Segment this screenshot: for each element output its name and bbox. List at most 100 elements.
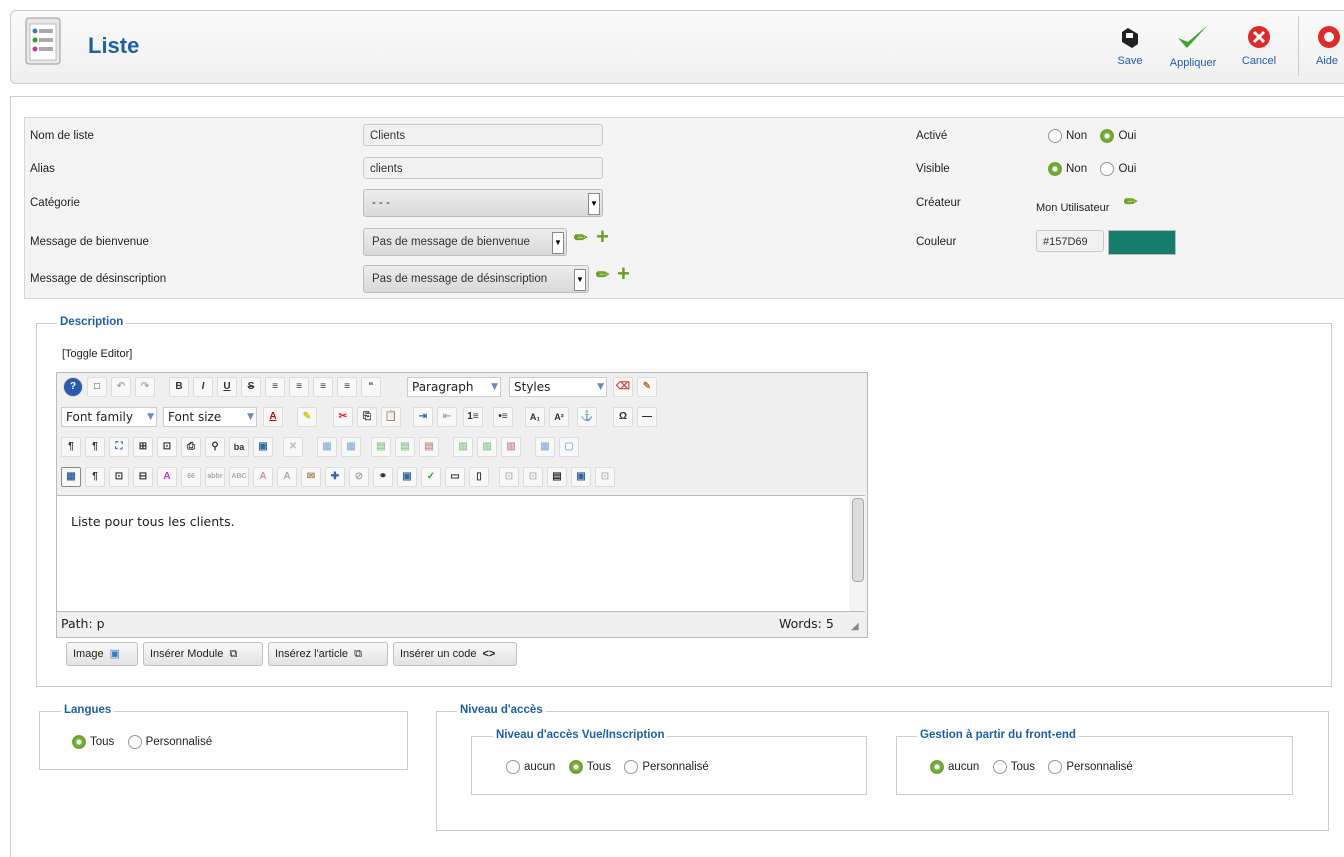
editor-scrollbar[interactable] bbox=[849, 495, 865, 612]
edit-pencil-icon[interactable]: ✏ bbox=[596, 265, 609, 285]
new-document-icon[interactable]: □ bbox=[87, 377, 107, 397]
cell-props-icon[interactable]: ▦ bbox=[341, 437, 361, 457]
welcome-select[interactable]: Pas de message de bienvenue ▼ bbox=[363, 228, 567, 256]
media-icon[interactable]: ▯ bbox=[469, 467, 489, 487]
cleanup-broom-icon[interactable]: ✎ bbox=[637, 377, 657, 397]
access-view-none-radio[interactable] bbox=[506, 759, 520, 774]
replace-icon[interactable]: ba bbox=[229, 437, 249, 457]
color-swatch[interactable] bbox=[1108, 230, 1176, 255]
frontend-none-radio[interactable] bbox=[930, 759, 944, 774]
readmore-icon[interactable]: ⊡ bbox=[499, 467, 519, 487]
style-props-icon[interactable]: A bbox=[157, 467, 177, 487]
anchor-icon[interactable]: ⚓ bbox=[577, 407, 597, 427]
template-icon[interactable]: ⊡ bbox=[157, 437, 177, 457]
category-select[interactable]: - - - ▼ bbox=[363, 189, 603, 217]
gallery-icon[interactable]: ▣ bbox=[571, 467, 591, 487]
alias-input[interactable]: clients bbox=[363, 157, 603, 179]
print-icon[interactable]: ⎙ bbox=[181, 437, 201, 457]
blockquote-icon[interactable]: “ bbox=[361, 377, 381, 397]
frontend-all-radio[interactable] bbox=[992, 759, 1007, 774]
widget-icon[interactable]: ⊡ bbox=[595, 467, 615, 487]
outdent-icon[interactable]: ⇤ bbox=[437, 407, 457, 427]
align-center-icon[interactable]: ≡ bbox=[289, 377, 309, 397]
insert-row-before-icon[interactable]: ▤ bbox=[371, 437, 391, 457]
deletion-icon[interactable]: A bbox=[253, 467, 273, 487]
bullet-list-icon[interactable]: •≡ bbox=[493, 407, 513, 427]
insert-module-button[interactable]: Insérer Module ⧉ bbox=[143, 642, 263, 666]
indent-icon[interactable]: ⇥ bbox=[413, 407, 433, 427]
spellcheck-icon[interactable]: ✓ bbox=[421, 467, 441, 487]
preview-icon[interactable]: ⊞ bbox=[133, 437, 153, 457]
image-icon[interactable]: ▣ bbox=[397, 467, 417, 487]
insertion-icon[interactable]: A bbox=[277, 467, 297, 487]
scrollbar-thumb[interactable] bbox=[852, 498, 864, 582]
delete-row-icon[interactable]: ▤ bbox=[419, 437, 439, 457]
help-button[interactable]: Aide bbox=[1310, 24, 1344, 67]
strikethrough-icon[interactable]: S bbox=[241, 377, 261, 397]
pagebreak-icon[interactable]: ▭ bbox=[445, 467, 465, 487]
emotion-icon[interactable]: ⊡ bbox=[523, 467, 543, 487]
font-family-select[interactable]: Font family ▼ bbox=[61, 407, 157, 427]
unsubscribe-select[interactable]: Pas de message de désinscription ▼ bbox=[363, 265, 589, 293]
editor-content-area[interactable]: Liste pour tous les clients. bbox=[57, 495, 849, 612]
edit-pencil-icon[interactable]: ✏ bbox=[574, 228, 587, 248]
save-button[interactable]: Save bbox=[1112, 26, 1148, 67]
plugin-icon[interactable]: ✚ bbox=[325, 467, 345, 487]
languages-custom-radio[interactable] bbox=[127, 734, 142, 749]
insert-row-after-icon[interactable]: ▤ bbox=[395, 437, 415, 457]
text-color-icon[interactable]: A bbox=[263, 407, 283, 427]
color-input[interactable]: #157D69 bbox=[1036, 230, 1104, 252]
insert-image-icon[interactable]: ▣ bbox=[253, 437, 273, 457]
visual-aid-icon[interactable]: ⊡ bbox=[109, 467, 129, 487]
apply-button[interactable]: Appliquer bbox=[1164, 22, 1222, 69]
merge-cell-icon[interactable]: ▢ bbox=[559, 437, 579, 457]
show-blocks-icon[interactable]: ¶ bbox=[85, 467, 105, 487]
underline-icon[interactable]: U bbox=[217, 377, 237, 397]
frontend-custom-radio[interactable] bbox=[1048, 759, 1063, 774]
visible-yes-radio[interactable] bbox=[1100, 161, 1115, 176]
resize-handle-icon[interactable]: ◢ bbox=[851, 621, 859, 632]
highlight-icon[interactable]: ✎ bbox=[297, 407, 317, 427]
paste-icon[interactable]: 📋 bbox=[381, 407, 401, 427]
delete-col-icon[interactable]: ▥ bbox=[501, 437, 521, 457]
abbr-icon[interactable]: abbr bbox=[205, 467, 225, 487]
link-icon[interactable]: ⚭ bbox=[373, 467, 393, 487]
access-view-all-radio[interactable] bbox=[568, 759, 583, 774]
help-icon[interactable]: ? bbox=[63, 377, 83, 397]
align-justify-icon[interactable]: ≡ bbox=[265, 377, 285, 397]
add-plus-icon[interactable]: + bbox=[617, 263, 630, 285]
name-input[interactable]: Clients bbox=[363, 124, 603, 146]
toggle-editor-link[interactable]: [Toggle Editor] bbox=[62, 348, 132, 360]
unlink-icon[interactable]: ⊘ bbox=[349, 467, 369, 487]
bold-icon[interactable]: B bbox=[169, 377, 189, 397]
insert-col-before-icon[interactable]: ▥ bbox=[453, 437, 473, 457]
cancel-button[interactable]: Cancel bbox=[1236, 24, 1282, 67]
ltr-icon[interactable]: ¶ bbox=[61, 437, 81, 457]
styles-select[interactable]: Styles ▼ bbox=[509, 377, 607, 397]
insert-table-icon[interactable]: ▦ bbox=[61, 467, 81, 487]
split-cell-icon[interactable]: ▦ bbox=[535, 437, 555, 457]
italic-icon[interactable]: I bbox=[193, 377, 213, 397]
insert-article-button[interactable]: Insérez l'article ⧉ bbox=[268, 642, 388, 666]
find-binoculars-icon[interactable]: ⚲ bbox=[205, 437, 225, 457]
cite-icon[interactable]: 66 bbox=[181, 467, 201, 487]
horizontal-rule-icon[interactable]: — bbox=[637, 407, 657, 427]
paragraph-select[interactable]: Paragraph ▼ bbox=[407, 377, 501, 397]
redo-icon[interactable]: ↷ bbox=[135, 377, 155, 397]
insert-code-button[interactable]: Insérer un code <> bbox=[393, 642, 517, 666]
languages-all-radio[interactable] bbox=[72, 734, 86, 749]
align-left-icon[interactable]: ≡ bbox=[313, 377, 333, 397]
eraser-icon[interactable]: ⌫ bbox=[613, 377, 633, 397]
active-yes-radio[interactable] bbox=[1100, 128, 1115, 143]
visible-no-radio[interactable] bbox=[1048, 161, 1062, 176]
article-icon[interactable]: ▤ bbox=[547, 467, 567, 487]
ordered-list-icon[interactable]: 1≡ bbox=[463, 407, 483, 427]
insert-image-button[interactable]: Image ▣ bbox=[66, 642, 138, 666]
copy-icon[interactable]: ⎘ bbox=[357, 407, 377, 427]
delete-image-icon[interactable]: ✕ bbox=[283, 437, 303, 457]
special-char-icon[interactable]: Ω bbox=[613, 407, 633, 427]
cut-icon[interactable]: ✂ bbox=[333, 407, 353, 427]
add-plus-icon[interactable]: + bbox=[596, 226, 609, 248]
table-props-icon[interactable]: ▦ bbox=[317, 437, 337, 457]
undo-icon[interactable]: ↶ bbox=[111, 377, 131, 397]
